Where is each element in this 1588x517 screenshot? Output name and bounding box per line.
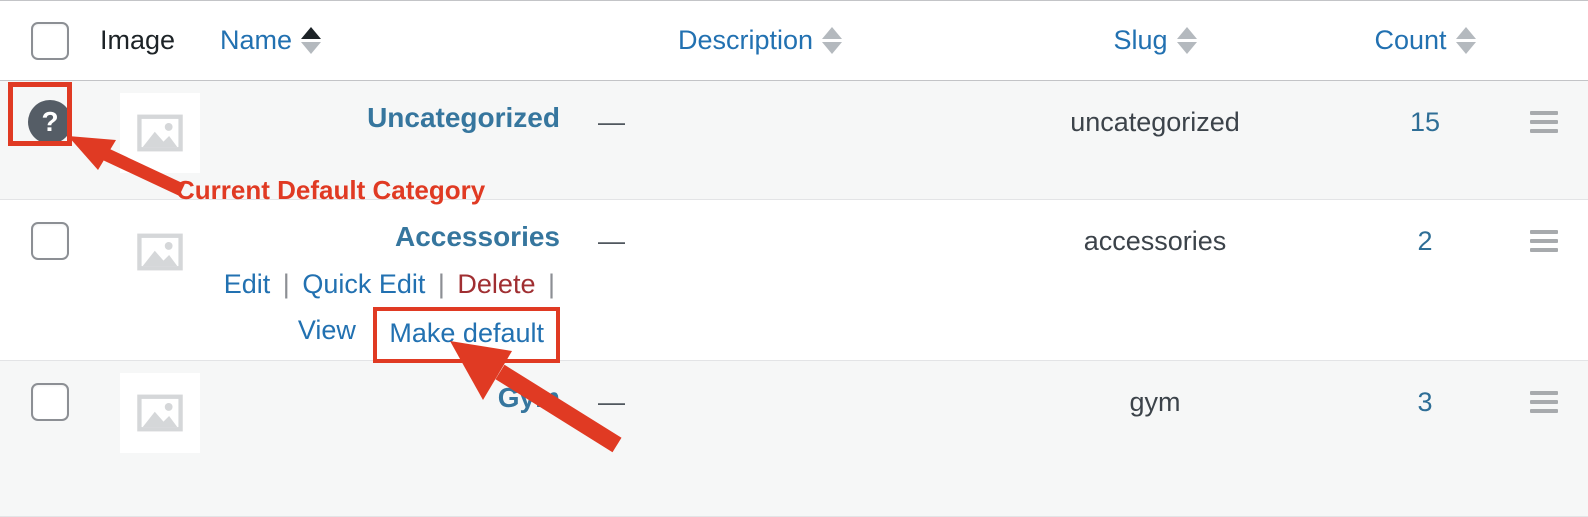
- row-select-cell: [0, 360, 100, 517]
- column-header-image: Image: [100, 0, 220, 81]
- category-list-screen: Image Name Description Slug Count ? Unca…: [0, 0, 1588, 517]
- category-count-link[interactable]: 2: [1350, 226, 1500, 257]
- category-thumbnail: [120, 93, 200, 173]
- row-actions: Edit | Quick Edit | Delete | View Make d…: [220, 265, 560, 364]
- row-description-cell: —: [560, 199, 960, 362]
- row-select-cell: ?: [0, 80, 100, 200]
- image-placeholder-icon: [137, 394, 183, 432]
- category-count-link[interactable]: 3: [1350, 387, 1500, 418]
- table-row: ? Uncategorized — uncategorized 15: [0, 80, 1588, 200]
- row-slug-cell: gym: [960, 360, 1350, 517]
- row-image-cell: [100, 80, 220, 200]
- row-name-cell: Uncategorized: [220, 80, 560, 200]
- table-body: ? Uncategorized — uncategorized 15 Acces…: [0, 80, 1588, 517]
- quick-edit-link[interactable]: Quick Edit: [302, 269, 425, 299]
- row-checkbox[interactable]: [31, 383, 69, 422]
- column-header-name-label: Name: [220, 25, 293, 55]
- column-header-description: Description: [560, 0, 960, 81]
- row-slug-cell: accessories: [960, 199, 1350, 362]
- category-description: —: [598, 387, 625, 418]
- row-count-cell: 3: [1350, 360, 1500, 517]
- category-name-link[interactable]: Uncategorized: [220, 102, 560, 134]
- sort-indicator-count-icon: [1455, 27, 1476, 54]
- category-name-link[interactable]: Accessories: [220, 221, 560, 253]
- row-handle-cell: [1500, 360, 1588, 517]
- column-header-name: Name: [220, 0, 560, 81]
- category-thumbnail: [120, 373, 200, 454]
- sort-by-name-link[interactable]: Name: [220, 25, 322, 56]
- table-row: Accessories Edit | Quick Edit | Delete |…: [0, 199, 1588, 364]
- row-count-cell: 15: [1350, 80, 1500, 200]
- category-thumbnail: [120, 212, 200, 292]
- category-count-link[interactable]: 15: [1350, 107, 1500, 138]
- row-name-cell: Accessories Edit | Quick Edit | Delete |…: [220, 199, 560, 364]
- view-link[interactable]: View: [298, 315, 356, 345]
- row-select-cell: [0, 199, 100, 362]
- row-image-cell: [100, 360, 220, 517]
- table-row: Gym — gym 3: [0, 360, 1588, 517]
- row-description-cell: —: [560, 360, 960, 517]
- row-description-cell: —: [560, 80, 960, 200]
- table-head: Image Name Description Slug Count: [0, 0, 1588, 81]
- column-header-image-label: Image: [100, 25, 176, 55]
- sort-ascending-arrow-icon: [1176, 27, 1197, 39]
- column-header-handle: [1500, 0, 1588, 81]
- sort-descending-arrow-icon: [822, 42, 843, 54]
- row-image-cell: [100, 199, 220, 362]
- sort-descending-arrow-icon: [1455, 42, 1476, 54]
- row-slug-cell: uncategorized: [960, 80, 1350, 200]
- default-category-marker-icon: ?: [28, 100, 72, 144]
- category-slug: uncategorized: [1070, 107, 1240, 137]
- row-handle-cell: [1500, 199, 1588, 362]
- drag-handle-icon[interactable]: [1530, 230, 1558, 252]
- category-description: —: [598, 226, 625, 256]
- sort-by-count-link[interactable]: Count: [1374, 25, 1476, 56]
- sort-ascending-arrow-icon: [822, 27, 843, 39]
- column-header-slug-label: Slug: [1113, 25, 1168, 55]
- category-description: —: [598, 107, 625, 137]
- sort-descending-arrow-icon: [301, 42, 322, 54]
- column-header-description-label: Description: [677, 25, 814, 55]
- category-slug: accessories: [1083, 226, 1227, 256]
- column-header-slug: Slug: [960, 0, 1350, 81]
- sort-indicator-slug-icon: [1176, 27, 1197, 54]
- sort-by-description-link[interactable]: Description: [677, 25, 843, 56]
- sort-indicator-name-icon: [301, 27, 322, 54]
- image-placeholder-icon: [137, 114, 183, 152]
- sort-descending-arrow-icon: [1176, 42, 1197, 54]
- action-separator: |: [282, 268, 290, 299]
- sort-ascending-arrow-icon: [1455, 27, 1476, 39]
- action-separator: |: [547, 268, 555, 299]
- row-handle-cell: [1500, 80, 1588, 200]
- sort-by-slug-link[interactable]: Slug: [1113, 25, 1197, 56]
- row-checkbox[interactable]: [31, 222, 69, 260]
- make-default-highlight-box: Make default: [373, 306, 560, 364]
- categories-table: Image Name Description Slug Count ? Unca…: [0, 0, 1588, 517]
- column-header-count: Count: [1350, 0, 1500, 81]
- sort-ascending-arrow-icon: [301, 27, 322, 39]
- edit-link[interactable]: Edit: [224, 269, 271, 299]
- row-name-cell: Gym: [220, 360, 560, 517]
- sort-indicator-description-icon: [822, 27, 843, 54]
- row-count-cell: 2: [1350, 199, 1500, 362]
- image-placeholder-icon: [137, 233, 183, 271]
- make-default-link[interactable]: Make default: [389, 318, 544, 348]
- action-separator: |: [437, 268, 445, 299]
- table-header-row: Image Name Description Slug Count: [0, 0, 1588, 81]
- column-header-count-label: Count: [1374, 25, 1447, 55]
- select-all-checkbox[interactable]: [31, 21, 69, 60]
- drag-handle-icon[interactable]: [1530, 111, 1558, 133]
- drag-handle-icon[interactable]: [1530, 391, 1558, 414]
- delete-link[interactable]: Delete: [457, 269, 535, 299]
- category-slug: gym: [1129, 387, 1181, 418]
- column-header-select-all: [0, 0, 100, 81]
- category-name-link[interactable]: Gym: [220, 382, 560, 414]
